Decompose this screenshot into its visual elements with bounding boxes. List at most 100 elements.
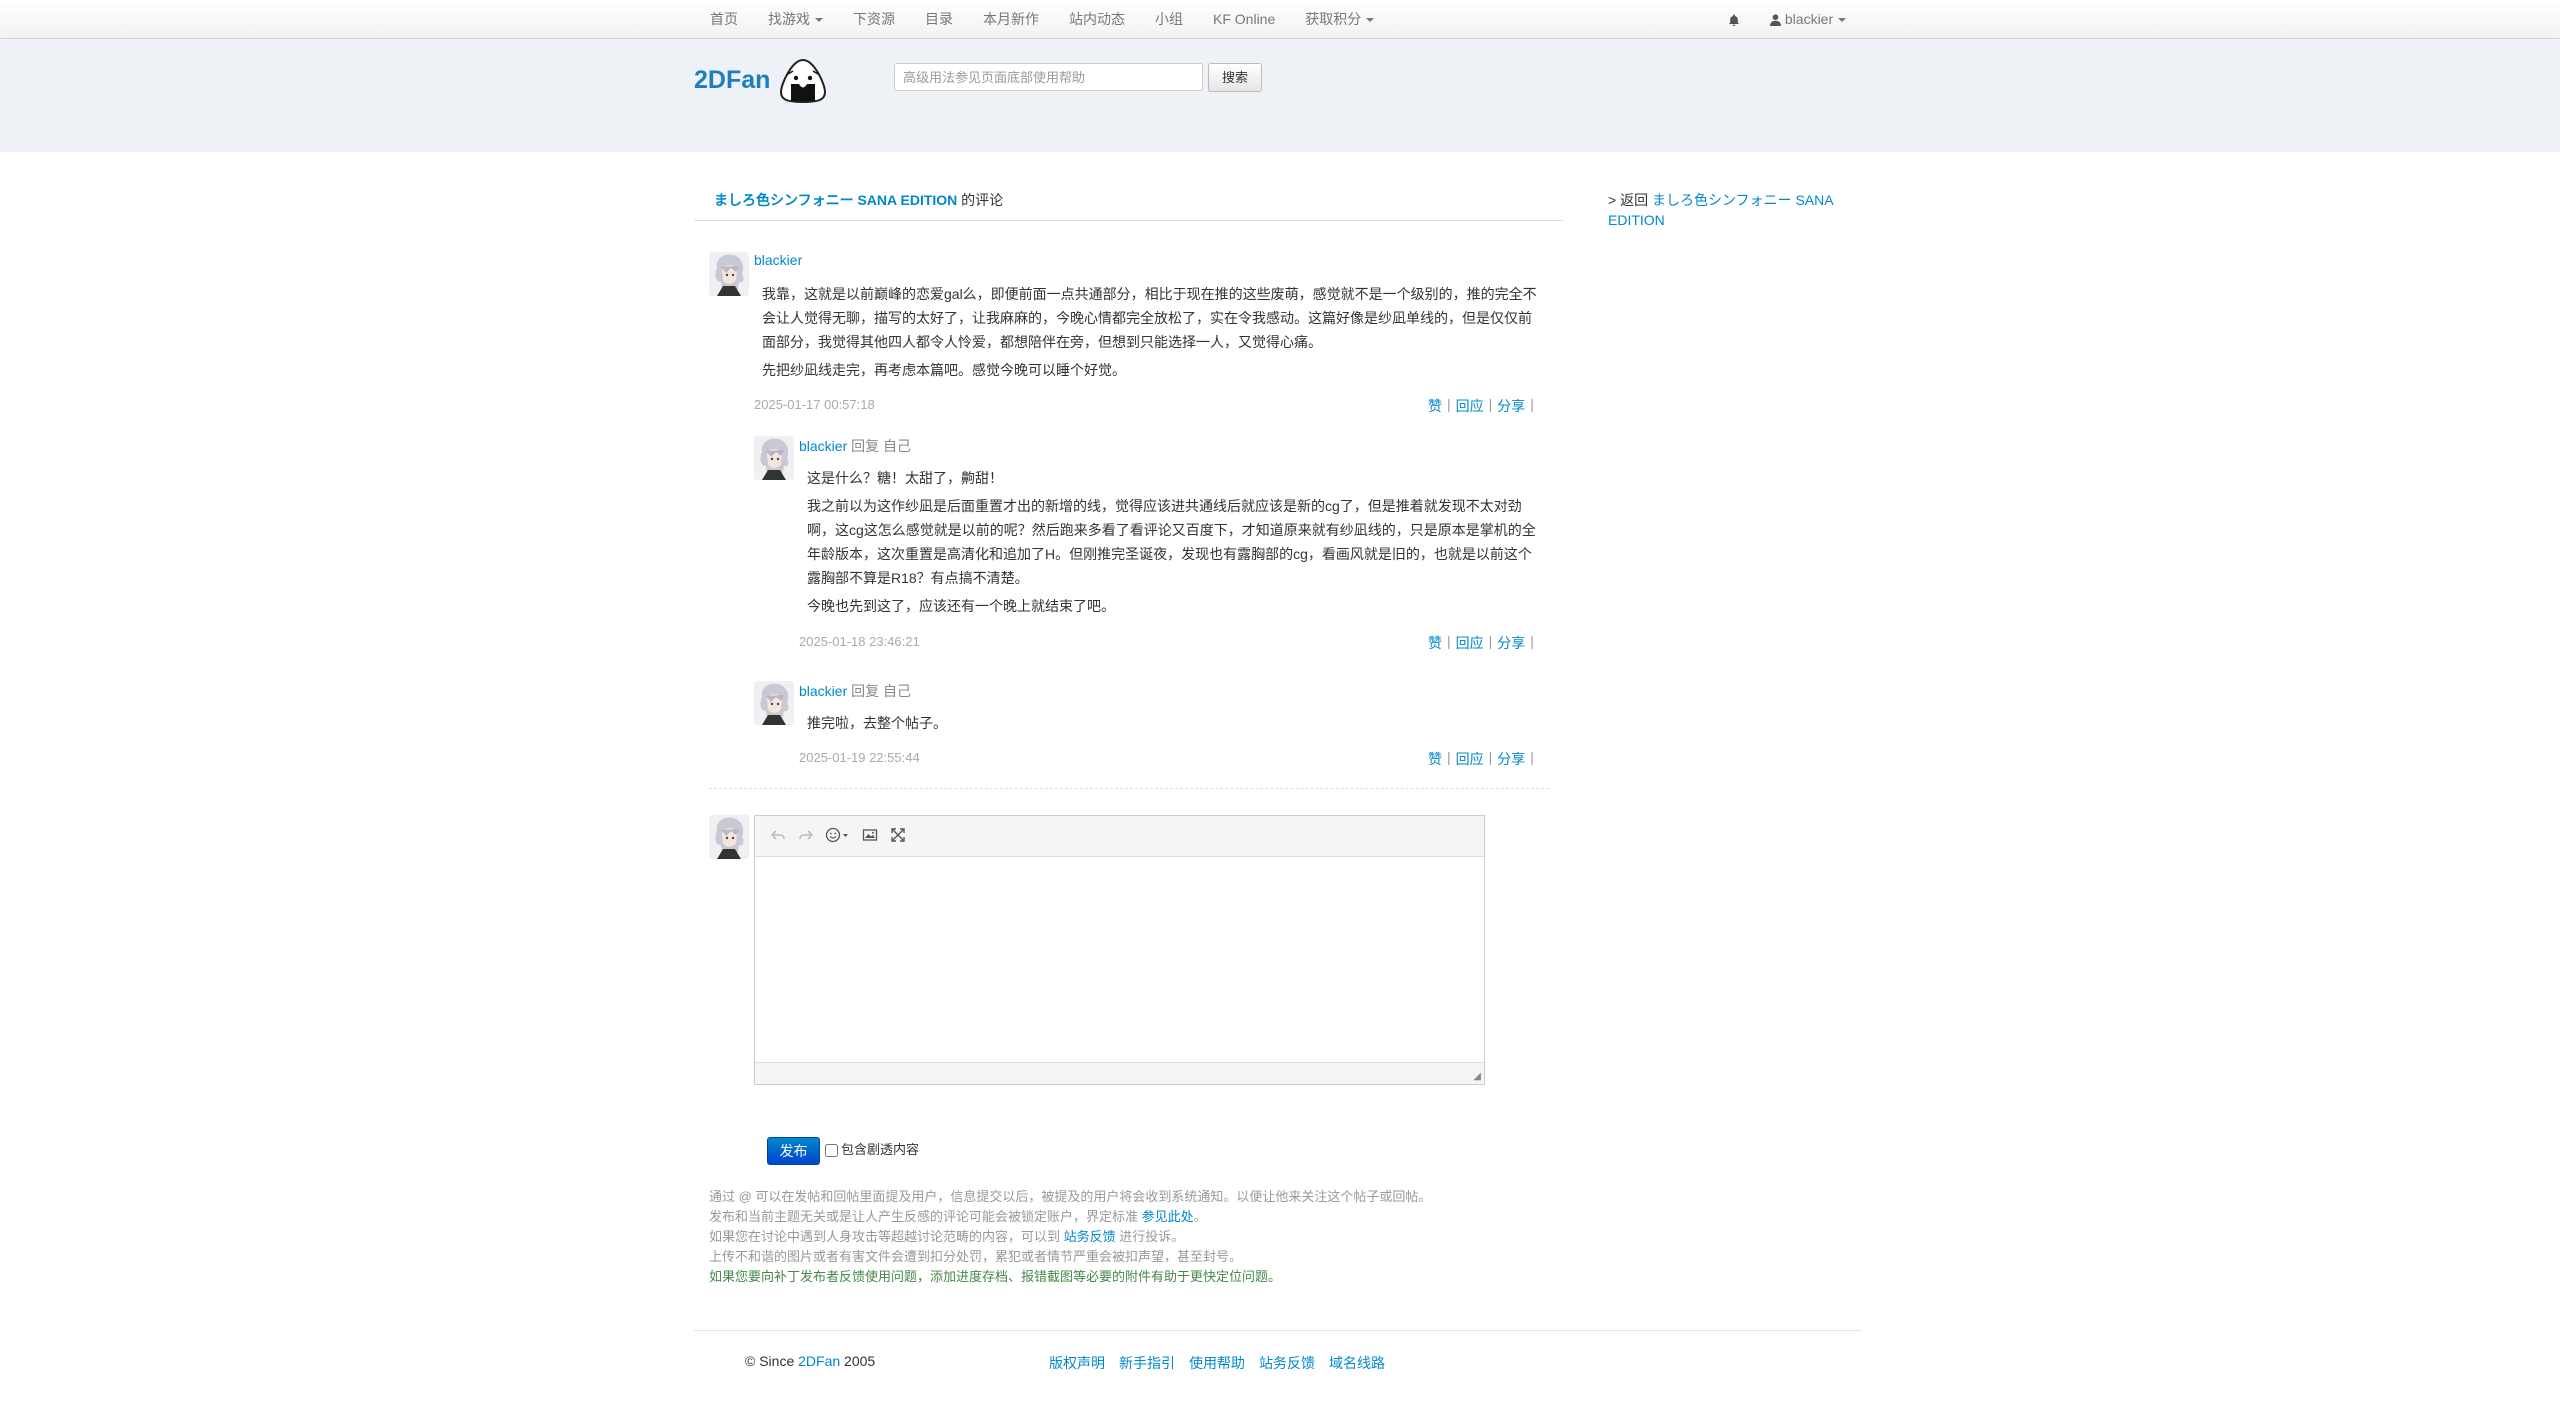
avatar[interactable] [754,436,794,480]
separator: | [1530,633,1534,649]
back-prefix: > 返回 [1608,192,1652,208]
nav-item-catalog[interactable]: 目录 [910,0,968,39]
onigiri-mascot-icon[interactable] [778,58,828,104]
share-button[interactable]: 分享 [1492,396,1530,416]
comment-timestamp: 2025-01-17 00:57:18 [754,397,875,412]
footer-link-guide[interactable]: 新手指引 [1119,1353,1175,1373]
avatar[interactable] [709,252,749,296]
reply-button[interactable]: 回应 [1451,633,1489,653]
site-logo-text[interactable]: 2DFan [694,66,770,95]
share-button[interactable]: 分享 [1492,633,1530,653]
user-menu[interactable]: blackier [1755,0,1861,39]
caret-down-icon [815,18,823,23]
comment-body: 我靠，这就是以前巅峰的恋爱gal么，即便前面一点共通部分，相比于现在推的这些废萌… [762,282,1542,386]
comment-timestamp: 2025-01-18 23:46:21 [799,634,920,649]
author-link[interactable]: blackier [799,438,847,454]
username: blackier [1784,11,1834,27]
like-button[interactable]: 赞 [1423,749,1447,769]
footer-link-feedback[interactable]: 站务反馈 [1259,1353,1315,1373]
editor-statusbar: ◢ [755,1062,1484,1084]
publish-button[interactable]: 发布 [767,1137,820,1165]
spoiler-label[interactable]: 包含剧透内容 [841,1139,919,1158]
note-line: 上传不和谐的图片或者有害文件会遭到扣分处罚，累犯或者情节严重会被扣声望，甚至封号… [709,1249,1243,1264]
separator: | [1530,396,1534,412]
image-icon[interactable] [861,827,879,845]
nav-item-get-points[interactable]: 获取积分 [1290,0,1389,39]
note-line: 发布和当前主题无关或是让人产生反感的评论可能会被锁定账户，界定标准 参见此处。 [709,1207,1609,1227]
game-title-link[interactable]: ましろ色シンフォニー SANA EDITION [714,192,957,208]
nav-item-find-games[interactable]: 找游戏 [753,0,838,39]
site-header [0,40,2560,152]
editor-textarea[interactable] [755,857,1484,1062]
nav-item-downloads[interactable]: 下资源 [838,0,910,39]
like-button[interactable]: 赞 [1423,633,1447,653]
search-input[interactable] [894,63,1203,91]
reply-to-label: 回复 自己 [847,438,912,454]
nav-item-new-this-month[interactable]: 本月新作 [968,0,1054,39]
footer-link-help[interactable]: 使用帮助 [1189,1353,1245,1373]
search-button[interactable]: 搜索 [1208,63,1262,92]
note-line-highlight: 如果您要向补丁发布者反馈使用问题，添加进度存档、报错截图等必要的附件有助于更快定… [709,1269,1282,1284]
nav-item-kf-online[interactable]: KF Online [1198,0,1290,39]
like-button[interactable]: 赞 [1423,396,1447,416]
nav-item-groups[interactable]: 小组 [1140,0,1198,39]
note-line: 如果您在讨论中遇到人身攻击等超越讨论范畴的内容，可以到 站务反馈 进行投诉。 [709,1227,1609,1247]
comment-timestamp: 2025-01-19 22:55:44 [799,750,920,765]
comment-actions: 赞 | 回应 | 分享 | [1423,633,1534,653]
page-title: ましろ色シンフォニー SANA EDITION 的评论 [694,176,1564,221]
nav-item-home[interactable]: 首页 [695,0,753,39]
main-nav: 首页 找游戏 下资源 目录 本月新作 站内动态 小组 KF Online 获取积… [695,0,1389,39]
comment-paragraph: 先把纱凪线走完，再考虑本篇吧。感觉今晚可以睡个好觉。 [762,362,1126,378]
comment-body: 这是什么？糖！太甜了，齁甜！ 我之前以为这作纱凪是后面重置才出的新增的线，觉得应… [807,466,1542,622]
posting-notes: 通过 @ 可以在发帖和回帖里面提及用户，信息提交以后，被提及的用户将会收到系统通… [709,1187,1609,1287]
title-suffix: 的评论 [957,192,1004,208]
user-nav: blackier [1713,0,1861,39]
nav-item-site-activity[interactable]: 站内动态 [1054,0,1140,39]
rules-link[interactable]: 参见此处 [1142,1209,1194,1224]
avatar [709,815,749,859]
nav-label: 找游戏 [768,11,810,27]
author-link[interactable]: blackier [754,252,802,268]
spoiler-checkbox[interactable] [825,1144,838,1157]
user-icon [1770,14,1781,27]
notifications-button[interactable] [1713,0,1755,39]
comment-paragraph: 推完啦，去整个帖子。 [807,715,947,731]
avatar-image [754,436,794,480]
note-line: 通过 @ 可以在发帖和回帖里面提及用户，信息提交以后，被提及的用户将会收到系统通… [709,1189,1432,1204]
caret-down-icon [1366,18,1375,23]
separator: | [1530,749,1534,765]
footer-divider [694,1330,1862,1331]
reply-button[interactable]: 回应 [1451,749,1489,769]
footer-link-copyright[interactable]: 版权声明 [1049,1353,1105,1373]
note-text: 发布和当前主题无关或是让人产生反感的评论可能会被锁定账户，界定标准 [709,1209,1142,1224]
nav-label: 下资源 [853,11,895,27]
avatar[interactable] [754,681,794,725]
undo-icon[interactable] [769,827,787,845]
note-text: 如果您在讨论中遇到人身攻击等超越讨论范畴的内容，可以到 [709,1229,1064,1244]
nav-label: 小组 [1155,11,1183,27]
editor-toolbar [755,816,1484,857]
nav-label: KF Online [1213,11,1276,27]
feedback-link[interactable]: 站务反馈 [1064,1229,1116,1244]
comment-paragraph: 我之前以为这作纱凪是后面重置才出的新增的线，觉得应该进共通线后就应该是新的cg了… [807,498,1536,586]
author-link[interactable]: blackier [799,683,847,699]
footer-brand-link[interactable]: 2DFan [798,1353,840,1369]
resize-handle-icon[interactable]: ◢ [1473,1071,1481,1082]
comment-editor: ◢ [754,815,1485,1085]
redo-icon[interactable] [797,827,815,845]
caret-down-icon [1838,18,1847,23]
copyright: © Since 2DFan 2005 [745,1353,875,1369]
comment-actions: 赞 | 回应 | 分享 | [1423,749,1534,769]
footer-link-domains[interactable]: 域名线路 [1329,1353,1385,1373]
nav-label: 本月新作 [983,11,1039,27]
share-button[interactable]: 分享 [1492,749,1530,769]
avatar-image [709,815,749,859]
comment-paragraph: 这是什么？糖！太甜了，齁甜！ [807,470,1003,486]
comment-author: blackier 回复 自己 [799,436,911,456]
fullscreen-icon[interactable] [889,827,907,845]
comments-divider [709,788,1549,789]
avatar-image [754,681,794,725]
copyright-text: © Since [745,1353,799,1369]
emoji-icon[interactable] [825,827,851,845]
reply-button[interactable]: 回应 [1451,396,1489,416]
